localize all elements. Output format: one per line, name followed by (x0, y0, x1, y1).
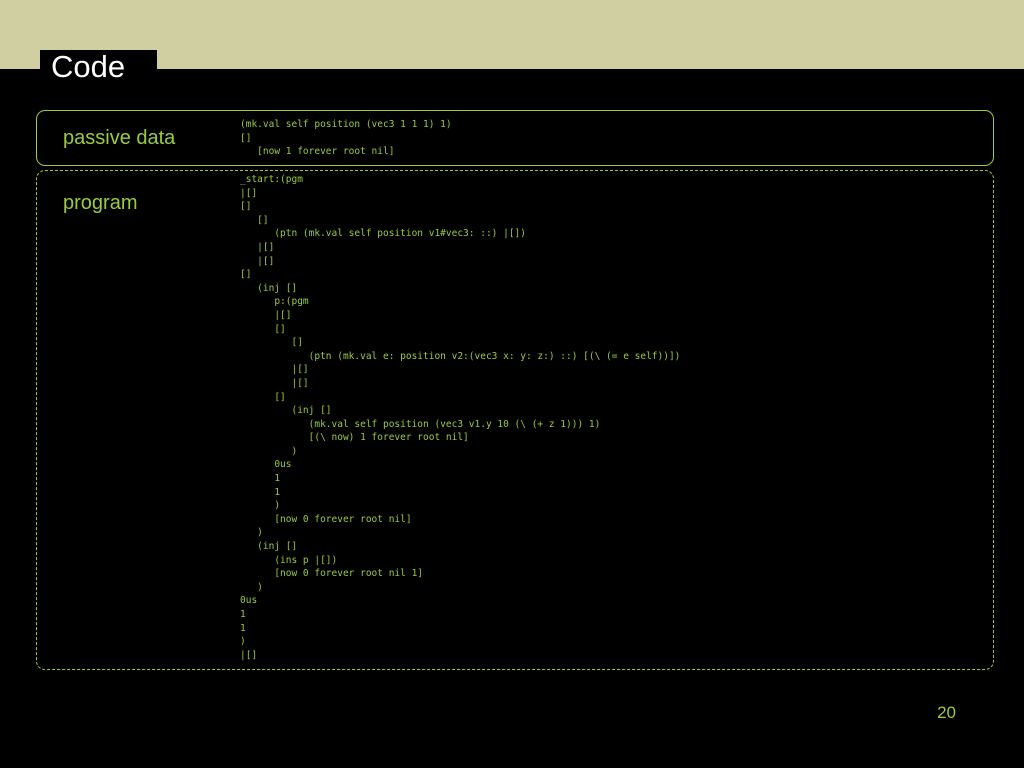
program-panel: program _start:(pgm |[] [] [] (ptn (mk.v… (36, 170, 994, 670)
page-number: 20 (937, 703, 956, 722)
passive-data-panel: passive data (mk.val self position (vec3… (36, 110, 994, 166)
passive-data-code: (mk.val self position (vec3 1 1 1) 1) []… (240, 119, 452, 158)
program-code: _start:(pgm |[] [] [] (ptn (mk.val self … (240, 174, 681, 661)
program-label: program (63, 192, 138, 214)
slide-title: Code (51, 49, 126, 84)
passive-data-label: passive data (63, 127, 176, 149)
